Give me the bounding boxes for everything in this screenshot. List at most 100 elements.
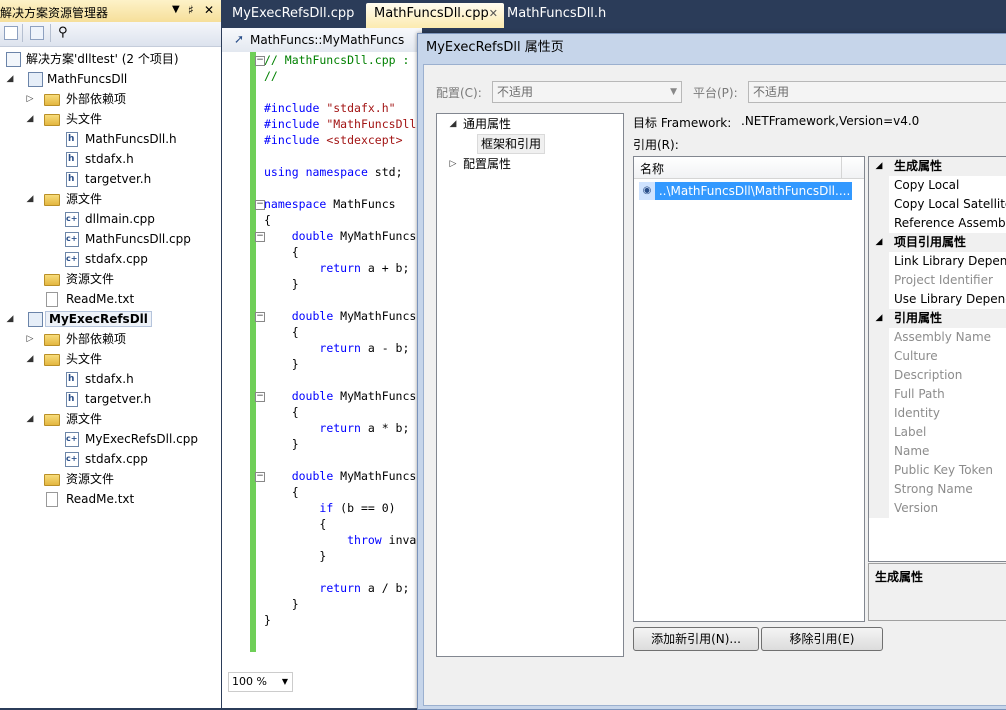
- add-new-reference-button[interactable]: 添加新引用(N)...: [633, 627, 759, 651]
- expand-arrow-icon[interactable]: ◢: [447, 114, 459, 134]
- scope-dropdown[interactable]: MathFuncs::MyMathFuncs: [250, 33, 404, 47]
- properties-icon[interactable]: [4, 26, 18, 40]
- tree-item-file[interactable]: c+ MyExecRefsDll.cpp: [64, 429, 198, 449]
- tree-item-file[interactable]: h MathFuncsDll.h: [64, 129, 177, 149]
- expand-arrow-icon[interactable]: ◢: [24, 189, 36, 209]
- close-icon[interactable]: ✕: [204, 3, 214, 17]
- reference-row[interactable]: ◉ ..\MathFuncsDll\MathFuncsDll....: [639, 182, 853, 200]
- text-file-icon: [46, 292, 58, 307]
- tab-mathfuncsdll-h[interactable]: MathFuncsDll.h: [499, 3, 614, 28]
- property-row[interactable]: Label: [869, 423, 1006, 442]
- expand-arrow-icon[interactable]: ◢: [869, 157, 889, 176]
- navigation-bar: ➚ MathFuncs::MyMathFuncs: [222, 28, 422, 53]
- config-combobox[interactable]: 不适用 ▼: [492, 81, 682, 103]
- property-category[interactable]: ◢ 引用属性: [869, 309, 1006, 328]
- zoom-dropdown[interactable]: 100 % ▼: [228, 672, 293, 692]
- tree-item-file[interactable]: ReadMe.txt: [44, 489, 134, 509]
- tree-item-common-properties[interactable]: ◢ 通用属性: [447, 114, 511, 134]
- property-gutter: [869, 442, 889, 461]
- tree-item-file[interactable]: h targetver.h: [64, 169, 151, 189]
- property-row[interactable]: Reference Assembl: [869, 214, 1006, 233]
- platform-combobox[interactable]: 不适用: [748, 81, 1006, 103]
- property-row[interactable]: Culture: [869, 347, 1006, 366]
- text-file-icon: [46, 492, 58, 507]
- property-name: Full Path: [894, 387, 945, 401]
- collapse-arrow-icon[interactable]: ▷: [24, 329, 36, 349]
- show-all-files-icon[interactable]: [30, 26, 44, 40]
- property-category[interactable]: ◢ 项目引用属性: [869, 233, 1006, 252]
- expand-arrow-icon[interactable]: ◢: [869, 309, 889, 328]
- panel-title: 解决方案资源管理器: [0, 6, 109, 20]
- property-row[interactable]: Copy Local Satellite: [869, 195, 1006, 214]
- project-node-myexecrefsdll[interactable]: ◢ MyExecRefsDll: [4, 309, 152, 329]
- fold-toggle-icon[interactable]: −: [255, 200, 265, 210]
- property-row[interactable]: Strong Name: [869, 480, 1006, 499]
- property-row[interactable]: Name: [869, 442, 1006, 461]
- property-row[interactable]: Description: [869, 366, 1006, 385]
- property-row[interactable]: Project Identifier: [869, 271, 1006, 290]
- collapse-arrow-icon[interactable]: ▷: [24, 89, 36, 109]
- tree-item-sources[interactable]: ◢ 源文件: [24, 409, 102, 429]
- property-row[interactable]: Identity: [869, 404, 1006, 423]
- tree-item-file[interactable]: c+ stdafx.cpp: [64, 449, 148, 469]
- tree-item-config-properties[interactable]: ▷ 配置属性: [447, 154, 511, 174]
- property-row[interactable]: Full Path: [869, 385, 1006, 404]
- tree-item-external-deps[interactable]: ▷ 外部依赖项: [24, 89, 126, 109]
- code-area[interactable]: // MathFuncsDll.cpp : // #include "stdafx.…: [222, 52, 422, 672]
- fold-toggle-icon[interactable]: −: [255, 232, 265, 242]
- remove-reference-button[interactable]: 移除引用(E): [761, 627, 883, 651]
- tree-item-file[interactable]: c+ stdafx.cpp: [64, 249, 148, 269]
- project-label: MyExecRefsDll: [45, 311, 152, 327]
- tree-item-file[interactable]: h targetver.h: [64, 389, 151, 409]
- property-row[interactable]: Version: [869, 499, 1006, 518]
- property-description-panel: 生成属性: [868, 563, 1006, 621]
- expand-arrow-icon[interactable]: ◢: [24, 349, 36, 369]
- tree-item-label: 源文件: [66, 412, 103, 426]
- tree-item-file[interactable]: c+ dllmain.cpp: [64, 209, 155, 229]
- expand-arrow-icon[interactable]: ◢: [4, 309, 16, 329]
- expand-arrow-icon[interactable]: ◢: [4, 69, 16, 89]
- solution-node[interactable]: 解决方案'dlltest' (2 个项目): [6, 49, 179, 69]
- tree-item-file[interactable]: ReadMe.txt: [44, 289, 134, 309]
- collapse-arrow-icon[interactable]: ▷: [447, 154, 459, 174]
- dropdown-icon[interactable]: ▼: [172, 4, 180, 15]
- tab-myexecrefsdll-cpp[interactable]: MyExecRefsDll.cpp: [224, 3, 362, 28]
- property-name: 引用属性: [894, 311, 943, 325]
- property-row[interactable]: Copy Local: [869, 176, 1006, 195]
- property-row[interactable]: Public Key Token: [869, 461, 1006, 480]
- property-row[interactable]: Assembly Name: [869, 328, 1006, 347]
- tree-item-external-deps[interactable]: ▷ 外部依赖项: [24, 329, 126, 349]
- fold-toggle-icon[interactable]: −: [255, 472, 265, 482]
- tree-item-headers[interactable]: ◢ 头文件: [24, 109, 102, 129]
- class-diagram-icon[interactable]: ⚲: [58, 25, 74, 41]
- fold-toggle-icon[interactable]: −: [255, 56, 265, 66]
- property-name: Public Key Token: [894, 463, 994, 477]
- project-node-mathfuncsdll[interactable]: ◢ MathFuncsDll: [4, 69, 127, 89]
- column-header-name[interactable]: 名称: [640, 160, 664, 177]
- tree-item-file[interactable]: c+ MathFuncsDll.cpp: [64, 229, 191, 249]
- tree-item-headers[interactable]: ◢ 头文件: [24, 349, 102, 369]
- property-row[interactable]: Use Library Depend: [869, 290, 1006, 309]
- property-gutter: [869, 366, 889, 385]
- tree-item-sources[interactable]: ◢ 源文件: [24, 189, 102, 209]
- property-gutter: [869, 252, 889, 271]
- tree-item-file[interactable]: h stdafx.h: [64, 369, 134, 389]
- tree-item-resources[interactable]: 资源文件: [44, 469, 114, 489]
- references-list[interactable]: 名称 ◉ ..\MathFuncsDll\MathFuncsDll....: [633, 156, 865, 622]
- tree-item-framework-refs[interactable]: 框架和引用: [477, 134, 546, 154]
- fold-toggle-icon[interactable]: −: [255, 312, 265, 322]
- property-gutter: [869, 385, 889, 404]
- property-category[interactable]: ◢ 生成属性: [869, 157, 1006, 176]
- property-row[interactable]: Link Library Depend: [869, 252, 1006, 271]
- code-line: double MyMathFuncs: [291, 389, 417, 403]
- expand-arrow-icon[interactable]: ◢: [24, 409, 36, 429]
- expand-arrow-icon[interactable]: ◢: [24, 109, 36, 129]
- pin-icon[interactable]: ♯: [188, 3, 194, 17]
- expand-arrow-icon[interactable]: ◢: [869, 233, 889, 252]
- tab-mathfuncsdll-cpp[interactable]: MathFuncsDll.cpp ✕: [366, 3, 504, 28]
- tree-item-file[interactable]: h stdafx.h: [64, 149, 134, 169]
- fold-toggle-icon[interactable]: −: [255, 392, 265, 402]
- tree-item-resources[interactable]: 资源文件: [44, 269, 114, 289]
- code-line: {: [264, 325, 299, 339]
- tab-close-icon[interactable]: ✕: [489, 3, 498, 25]
